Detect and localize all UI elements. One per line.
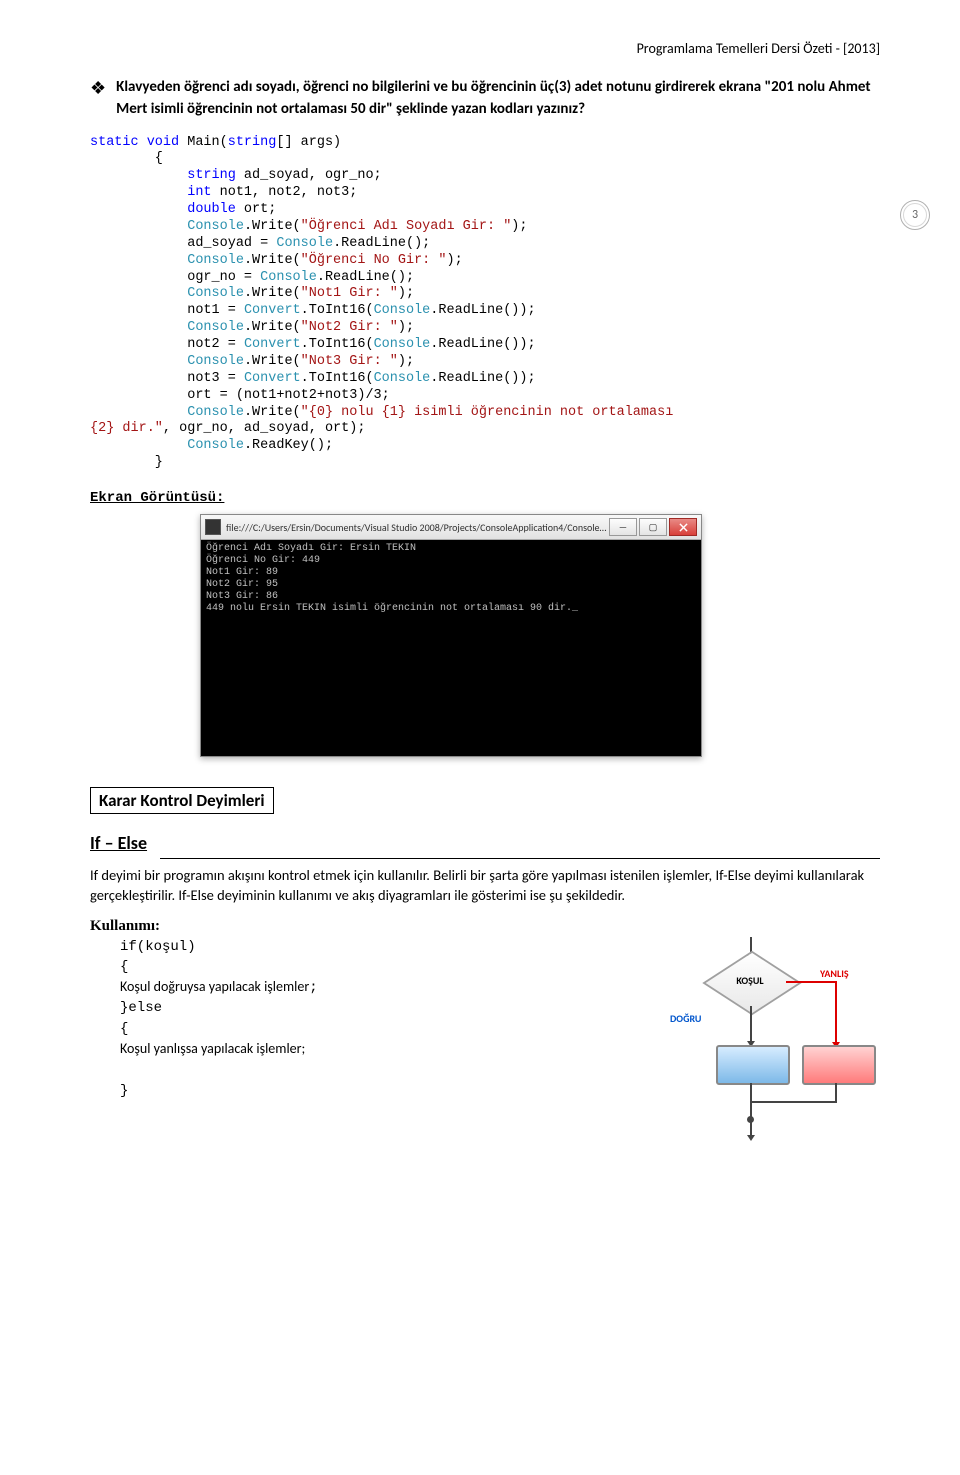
- maximize-button[interactable]: ▢: [639, 518, 667, 536]
- flow-false-box: [802, 1045, 876, 1085]
- usage-label: Kullanımı:: [90, 918, 880, 935]
- console-title: file:///C:/Users/Ersin/Documents/Visual …: [226, 521, 607, 534]
- flowchart: KOŞUL YANLIŞ DOĞRU: [630, 937, 880, 1137]
- if-else-description: If deyimi bir programın akışını kontrol …: [90, 865, 880, 906]
- flow-true-label: DOĞRU: [670, 1012, 701, 1025]
- screenshot-label: Ekran Görüntüsü:: [90, 490, 880, 506]
- minimize-button[interactable]: —: [609, 518, 637, 536]
- bullet-icon: ❖: [90, 78, 106, 99]
- flow-false-label: YANLIŞ: [820, 967, 849, 980]
- page-header: Programlama Temelleri Dersi Özeti - [201…: [90, 40, 880, 57]
- console-app-icon: [205, 519, 221, 535]
- close-button[interactable]: [669, 518, 697, 536]
- usage-code: if(koşul) { Koşul doğruysa yapılacak işl…: [90, 937, 620, 1101]
- code-block: static void Main(string[] args) { string…: [90, 135, 880, 473]
- problem-statement: Klavyeden öğrenci adı soyadı, öğrenci no…: [116, 77, 880, 121]
- page-number-badge: 3: [900, 200, 930, 230]
- console-titlebar: file:///C:/Users/Ersin/Documents/Visual …: [201, 515, 701, 540]
- console-output: Öğrenci Adı Soyadı Gir: Ersin TEKIN Öğre…: [201, 540, 701, 756]
- flow-condition: KOŞUL: [714, 974, 786, 987]
- console-window: file:///C:/Users/Ersin/Documents/Visual …: [200, 514, 702, 757]
- section-heading: Karar Kontrol Deyimleri: [90, 787, 274, 814]
- flow-true-box: [716, 1045, 790, 1085]
- if-else-heading: If – Else: [90, 832, 880, 854]
